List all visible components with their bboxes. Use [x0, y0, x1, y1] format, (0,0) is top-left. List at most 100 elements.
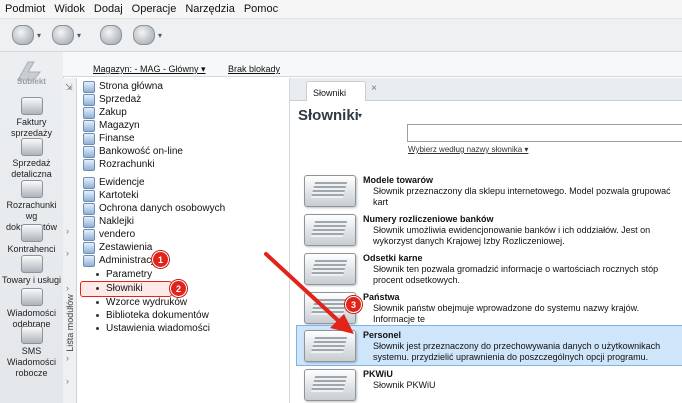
tree-item-ustawienia-wiadomosci[interactable]: Ustawienia wiadomości [91, 322, 210, 335]
chevron-right-icon: › [66, 376, 69, 386]
tree-item-finanse[interactable]: Finanse [83, 132, 135, 145]
tree-item-administracja[interactable]: Administracja [83, 254, 159, 267]
lock-status-link[interactable]: Brak blokady [228, 64, 280, 74]
home-icon [83, 80, 95, 93]
menu-widok[interactable]: Widok [49, 0, 89, 15]
sidebar-item-towary[interactable]: Towary i usługi [0, 255, 63, 286]
new-document-icon [12, 25, 34, 45]
tab-bar: Słowniki × [290, 78, 682, 101]
tree-item-biblioteka[interactable]: Biblioteka dokumentów [91, 309, 209, 322]
close-icon[interactable]: × [371, 83, 377, 94]
tree-item-parametry[interactable]: Parametry [91, 268, 152, 281]
pin-icon[interactable]: ⇲ [65, 82, 73, 93]
bullet-icon [96, 287, 99, 290]
bullet-icon [96, 273, 99, 276]
sticker-icon [83, 215, 95, 228]
dictionary-icon [304, 175, 356, 207]
purchase-icon [83, 106, 95, 119]
dictionary-item[interactable]: Numery rozliczeniowe banków Słownik umoż… [298, 212, 682, 248]
context-bar: Magazyn: - MAG - Główny ▾ Brak blokady [63, 52, 682, 77]
sales-icon [83, 93, 95, 106]
chevron-right-icon: › [66, 226, 69, 236]
chevron-right-icon: › [66, 283, 69, 293]
report-icon [83, 241, 95, 254]
tree-item-vendero[interactable]: vendero [83, 228, 135, 241]
admin-icon [83, 254, 95, 267]
tools-icon [100, 25, 122, 45]
chevron-down-icon[interactable]: ▾ [158, 31, 162, 40]
warehouse-icon [83, 119, 95, 132]
page-title: Słowniki [298, 107, 359, 124]
settlements-icon [83, 158, 95, 171]
menu-podmiot[interactable]: Podmiot [0, 0, 49, 15]
module-tree: Strona główna Sprzedaż Zakup Magazyn Fin… [77, 78, 290, 403]
main-toolbar: ▾ ▾ ▾ [0, 19, 682, 52]
sidebar-item-sms[interactable]: SMS Wiadomości robocze [0, 326, 63, 379]
bank-icon [83, 145, 95, 158]
sidebar: Subiekt Faktury sprzedaży Sprzedaż detal… [0, 52, 64, 403]
tree-item-magazyn[interactable]: Magazyn [83, 119, 140, 132]
tree-item-rozrachunki[interactable]: Rozrachunki [83, 158, 155, 171]
tree-item-kartoteki[interactable]: Kartoteki [83, 189, 138, 202]
tree-item-bankowosc[interactable]: Bankowość on-line [83, 145, 183, 158]
bullet-icon [96, 327, 99, 330]
menu-operacje[interactable]: Operacje [127, 0, 181, 15]
new-document-button[interactable]: ▾ [12, 25, 41, 45]
sidebar-item-sprzedaz-detaliczna[interactable]: Sprzedaż detaliczna [0, 138, 63, 180]
tree-item-zakup[interactable]: Zakup [83, 106, 127, 119]
tree-item-zestawienia[interactable]: Zestawienia [83, 241, 152, 254]
dictionary-item[interactable]: PKWiU Słownik PKWiU [298, 367, 682, 403]
records-icon [83, 176, 95, 189]
open-icon [52, 25, 74, 45]
module-list-strip[interactable]: › › › › › › › Lista modułów [63, 78, 77, 403]
tree-item-ewidencje[interactable]: Ewidencje [83, 176, 145, 189]
tree-item-ochrona-danych[interactable]: Ochrona danych osobowych [83, 202, 225, 215]
step-badge-1: 1 [152, 251, 169, 268]
tree-item-sprzedaz[interactable]: Sprzedaż [83, 93, 141, 106]
logo-text: Subiekt [17, 77, 46, 86]
tree-item-strona-glowna[interactable]: Strona główna [83, 80, 163, 93]
tools-button[interactable] [100, 25, 122, 45]
settlements-icon [20, 180, 43, 198]
tree-item-wzorce-wydrukow[interactable]: Wzorce wydruków [91, 296, 187, 309]
finance-icon [83, 132, 95, 145]
files-icon [83, 189, 95, 202]
help-icon [133, 25, 155, 45]
sms-icon [20, 326, 43, 344]
menu-pomoc[interactable]: Pomoc [239, 0, 282, 15]
invoice-icon [20, 97, 43, 115]
contractors-icon [20, 224, 43, 242]
tab-slowniki[interactable]: Słowniki × [306, 81, 377, 101]
sidebar-item-kontrahenci[interactable]: Kontrahenci [0, 224, 63, 255]
search-input[interactable] [407, 124, 682, 142]
tree-item-slowniki[interactable]: Słowniki [91, 282, 143, 295]
chevron-down-icon[interactable]: ▾ [358, 111, 362, 120]
chevron-right-icon: › [66, 353, 69, 363]
chevron-right-icon: › [66, 248, 69, 258]
step-badge-2: 2 [170, 280, 187, 297]
sidebar-item-faktury[interactable]: Faktury sprzedaży [0, 97, 63, 139]
module-list-label: Lista modułów [64, 294, 75, 352]
step-badge-3: 3 [345, 296, 362, 313]
dictionary-item[interactable]: Modele towarów Słownik przeznaczony dla … [298, 173, 682, 209]
warehouse-selector[interactable]: Magazyn: - MAG - Główny ▾ [93, 64, 206, 75]
messages-icon [20, 288, 43, 306]
chevron-down-icon[interactable]: ▾ [77, 31, 81, 40]
annotation-arrow-icon [264, 252, 354, 334]
vendero-icon [83, 228, 95, 241]
goods-icon [20, 255, 43, 273]
bullet-icon [96, 314, 99, 317]
tree-item-naklejki[interactable]: Naklejki [83, 215, 134, 228]
help-button[interactable]: ▾ [133, 25, 162, 45]
search-mode-dropdown[interactable]: Wybierz według nazwy słownika ▾ [408, 145, 528, 154]
receipt-icon [20, 138, 43, 156]
shield-icon [83, 202, 95, 215]
open-button[interactable]: ▾ [52, 25, 81, 45]
sidebar-item-wiadomosci[interactable]: Wiadomości odebrane [0, 288, 63, 330]
menu-dodaj[interactable]: Dodaj [89, 0, 127, 15]
dictionary-icon [304, 214, 356, 246]
chevron-down-icon[interactable]: ▾ [37, 31, 41, 40]
menu-bar: Podmiot Widok Dodaj Operacje Narzędzia Pomoc [0, 0, 682, 19]
bullet-icon [96, 301, 99, 304]
menu-narzedzia[interactable]: Narzędzia [180, 0, 239, 15]
